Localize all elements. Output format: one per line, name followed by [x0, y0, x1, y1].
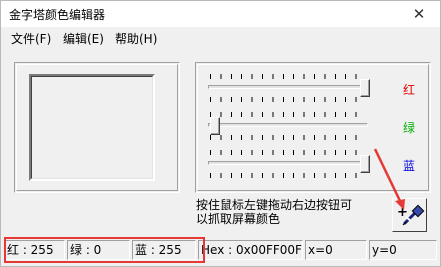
title-bar: 金字塔颜色编辑器 ✕: [1, 1, 440, 27]
blue-label: 蓝: [403, 159, 416, 173]
window-title: 金字塔颜色编辑器: [9, 8, 106, 22]
green-slider[interactable]: [208, 112, 373, 140]
menu-bar: 文件(F) 编辑(E) 帮助(H): [1, 27, 440, 47]
red-label: 红: [403, 83, 416, 97]
slider-ticks-top: [210, 112, 366, 117]
pick-hint-text: 按住鼠标左键拖动右边按钮可以抓取屏幕颜色: [196, 198, 353, 226]
green-label: 绿: [403, 121, 416, 135]
blue-slider[interactable]: [208, 150, 373, 178]
slider-thumb[interactable]: [360, 155, 370, 173]
eyedropper-icon: [402, 204, 425, 226]
status-x: x=0: [305, 240, 367, 260]
annotation-highlight-box: [4, 237, 205, 263]
status-y: y=0: [369, 240, 437, 260]
slider-ticks-top: [210, 150, 366, 155]
slider-ticks-bottom: [210, 135, 366, 140]
slider-ticks-top: [210, 74, 366, 79]
slider-ticks-bottom: [210, 173, 366, 178]
red-slider[interactable]: [208, 74, 373, 102]
menu-help[interactable]: 帮助(H): [115, 30, 157, 47]
color-pick-button[interactable]: +: [392, 198, 427, 232]
slider-track: [208, 123, 368, 127]
menu-file[interactable]: 文件(F): [11, 30, 51, 47]
slider-thumb[interactable]: [210, 117, 220, 135]
slider-track: [208, 85, 368, 89]
menu-edit[interactable]: 编辑(E): [63, 30, 104, 47]
status-hex: Hex : 0x00FF00FF: [198, 240, 303, 260]
slider-track: [208, 161, 368, 165]
color-preview: [29, 74, 155, 181]
close-button[interactable]: ✕: [403, 3, 435, 25]
slider-thumb[interactable]: [360, 79, 370, 97]
slider-ticks-bottom: [210, 97, 366, 102]
app-window: 金字塔颜色编辑器 ✕ 文件(F) 编辑(E) 帮助(H) 红 绿 蓝 按住鼠标左…: [0, 0, 441, 267]
